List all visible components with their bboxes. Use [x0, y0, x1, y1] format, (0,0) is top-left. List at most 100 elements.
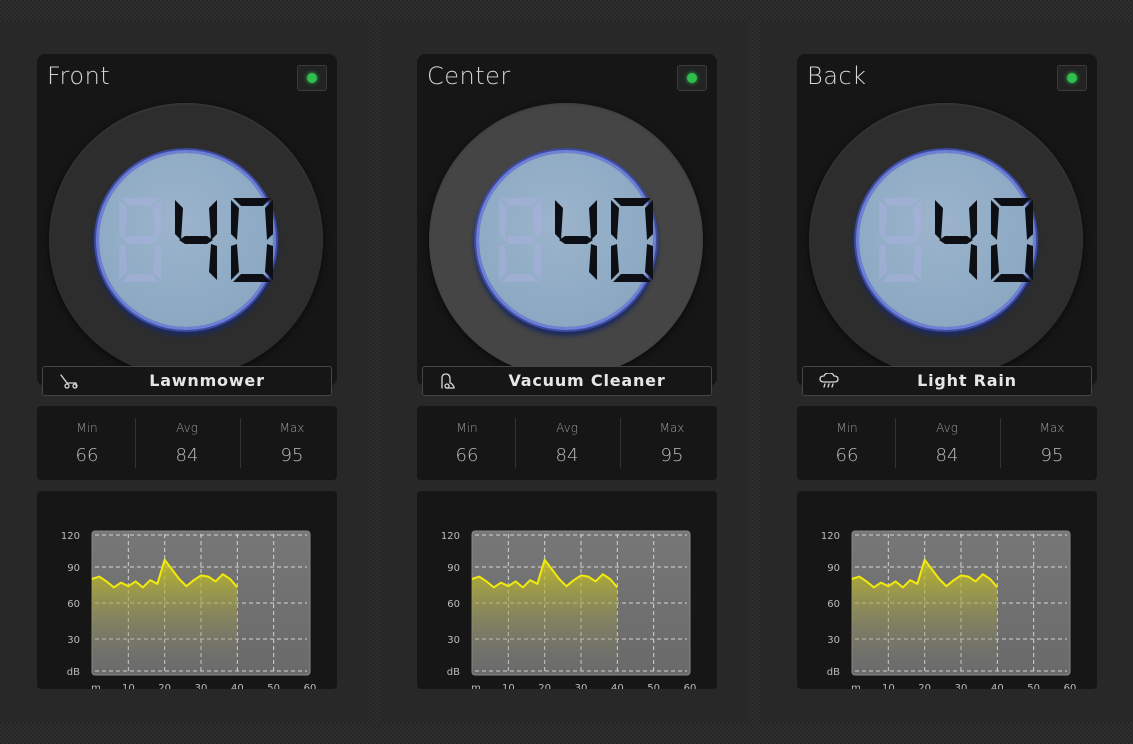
stat-max-label: Max [659, 421, 685, 435]
lcd-ghost-segment [879, 200, 887, 240]
lcd-segment [233, 198, 271, 206]
gauge-name: Front [47, 62, 111, 90]
stat-avg-label: Avg [936, 421, 958, 435]
gauge-name: Center [427, 62, 511, 90]
stat-avg-value: 84 [175, 445, 199, 466]
lcd-segment [645, 200, 653, 240]
status-led-dot [1067, 73, 1077, 83]
lcd-ghost-segment [913, 244, 921, 280]
x-tick-label: 30 [195, 683, 208, 689]
stat-min-value: 66 [455, 445, 479, 466]
gauge-panel: Front Lawnmower Min 66 Avg 84 Max 95 dB … [0, 22, 369, 722]
lcd-digits [119, 198, 273, 282]
lcd-segment [1025, 200, 1033, 240]
x-tick-label: 50 [267, 683, 280, 689]
x-tick-label: 10 [122, 683, 135, 689]
stats-box: Min 66 Avg 84 Max 95 [797, 406, 1097, 480]
x-tick-label: 60 [1064, 683, 1077, 689]
lcd-ghost-segment [501, 198, 539, 206]
lcd-segment [589, 200, 597, 240]
lcd-digit [935, 200, 977, 280]
x-tick-label: 40 [231, 683, 244, 689]
source-label: Light Rain [917, 371, 1017, 390]
lcd-segment [265, 200, 273, 240]
lcd-digit [119, 198, 161, 282]
lcd-ghost-segment [499, 200, 507, 240]
lcd-segment [555, 200, 563, 240]
lcd-segment [179, 236, 213, 244]
lcd-digit [231, 198, 273, 282]
x-tick-label: 60 [304, 683, 317, 689]
stat-max-label: Max [279, 421, 305, 435]
lcd-display [479, 153, 653, 327]
x-tick-label: 50 [647, 683, 660, 689]
lcd-segment [993, 198, 1031, 206]
stat-avg-label: Avg [176, 421, 198, 435]
y-tick-label: 120 [821, 531, 840, 542]
lcd-segment [209, 200, 217, 240]
y-tick-label: 30 [67, 635, 80, 646]
status-led[interactable] [677, 65, 707, 91]
lawnmower-icon [60, 374, 78, 389]
x-tick-label: m [471, 683, 481, 689]
vacuum-cleaner-icon [441, 373, 455, 389]
rain-cloud-icon [819, 373, 839, 388]
y-tick-label: 30 [447, 635, 460, 646]
lcd-ghost-segment [153, 244, 161, 280]
source-selector[interactable]: Vacuum Cleaner [422, 366, 712, 396]
history-chart-svg: dB 30 60 90 120 m 10 20 30 40 50 60 [441, 530, 697, 689]
source-selector[interactable]: Light Rain [802, 366, 1092, 396]
status-led[interactable] [297, 65, 327, 91]
stats-box: Min 66 Avg 84 Max 95 [417, 406, 717, 480]
gauge-card: Center [417, 54, 717, 386]
lcd-segment [611, 200, 619, 240]
x-tick-label: 60 [684, 683, 697, 689]
stat-avg-label: Avg [556, 421, 578, 435]
lcd-segment [993, 274, 1031, 282]
source-selector[interactable]: Lawnmower [42, 366, 332, 396]
y-tick-label: 120 [441, 531, 460, 542]
stat-max-label: Max [1039, 421, 1065, 435]
stat-min-label: Min [836, 421, 858, 435]
y-tick-label: 120 [61, 531, 80, 542]
stat-max: Max 95 [1002, 406, 1102, 480]
x-tick-label: 50 [1027, 683, 1040, 689]
lcd-segment [233, 274, 271, 282]
lcd-ghost-segment [121, 274, 159, 282]
x-tick-label: 40 [611, 683, 624, 689]
y-tick-label: 30 [827, 635, 840, 646]
x-tick-label: 20 [158, 683, 171, 689]
lcd-ghost-segment [533, 200, 541, 240]
history-chart: dB 30 60 90 120 m 10 20 30 40 50 60 [417, 491, 717, 689]
x-tick-label: 10 [502, 683, 515, 689]
gauge-ring [49, 103, 323, 377]
x-tick-label: 10 [882, 683, 895, 689]
lcd-segment [991, 244, 999, 280]
x-tick-label: m [91, 683, 101, 689]
lcd-segment [613, 198, 651, 206]
lcd-ghost-segment [501, 274, 539, 282]
stat-divider [515, 418, 516, 468]
y-tick-label: 90 [827, 563, 840, 574]
y-tick-label: 60 [827, 599, 840, 610]
x-tick-label: m [851, 683, 861, 689]
stat-divider [895, 418, 896, 468]
y-tick-label: 60 [447, 599, 460, 610]
lcd-ghost-segment [121, 198, 159, 206]
lcd-ghost-segment [881, 274, 919, 282]
lcd-segment [991, 200, 999, 240]
lcd-ghost-segment [913, 200, 921, 240]
lcd-segment [209, 244, 217, 280]
stat-avg-value: 84 [935, 445, 959, 466]
history-chart: dB 30 60 90 120 m 10 20 30 40 50 60 [797, 491, 1097, 689]
lcd-segment [611, 244, 619, 280]
stat-avg: Avg 84 [517, 406, 617, 480]
gauge-name: Back [807, 62, 867, 90]
y-tick-label: dB [67, 667, 80, 678]
status-led[interactable] [1057, 65, 1087, 91]
lcd-segment [935, 200, 943, 240]
y-tick-label: 60 [67, 599, 80, 610]
lcd-ghost-segment [881, 198, 919, 206]
stat-divider [240, 418, 241, 468]
y-tick-label: 90 [447, 563, 460, 574]
